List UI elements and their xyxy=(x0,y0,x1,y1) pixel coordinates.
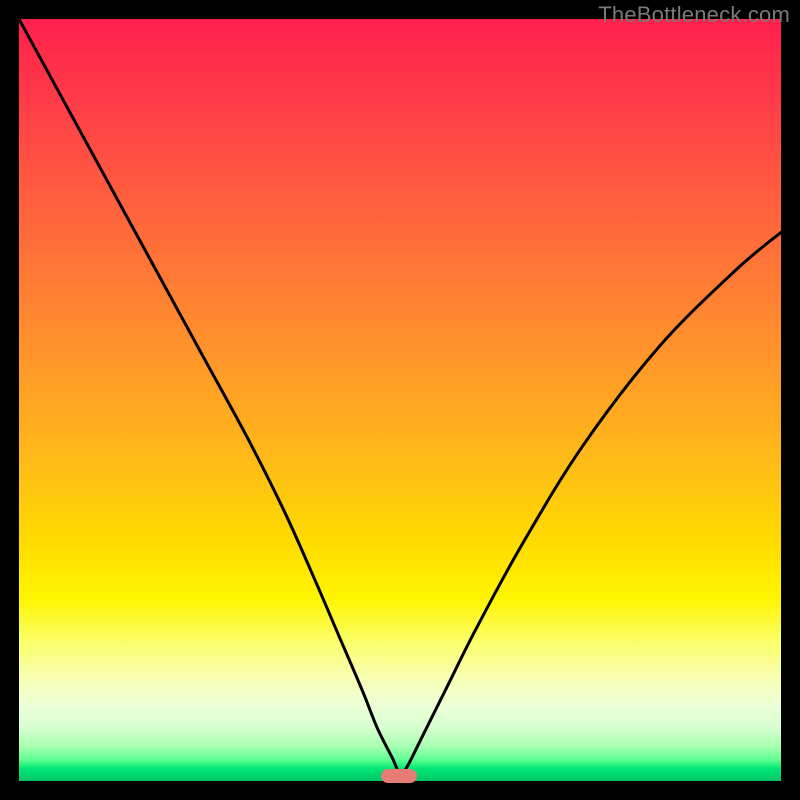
plot-area xyxy=(19,19,781,781)
chart-frame: TheBottleneck.com xyxy=(0,0,800,800)
bottleneck-curve xyxy=(19,19,781,781)
bottleneck-marker xyxy=(381,769,417,783)
curve-path xyxy=(19,19,781,774)
watermark-text: TheBottleneck.com xyxy=(598,2,790,28)
